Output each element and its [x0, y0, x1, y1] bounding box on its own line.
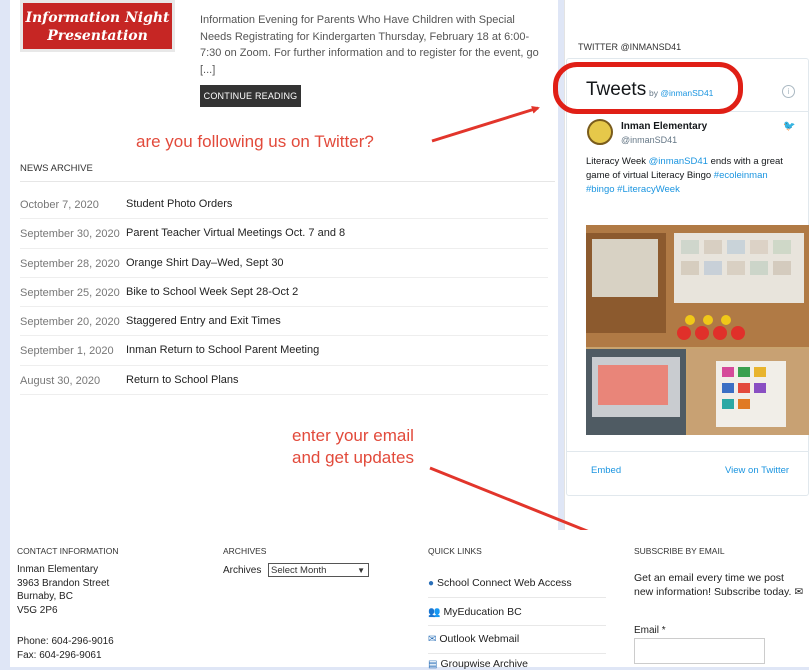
email-label-text: Email — [634, 625, 660, 636]
quick-links-title: QUICK LINKS — [428, 546, 482, 556]
quick-link-label: Groupwise Archive — [440, 658, 528, 670]
quick-link-divider — [428, 653, 606, 654]
quick-link-myeducation[interactable]: 👥 MyEducation BC — [428, 606, 522, 618]
contact-info-title: CONTACT INFORMATION — [17, 546, 119, 556]
quick-link-school-connect[interactable]: ● School Connect Web Access — [428, 577, 572, 589]
required-mark: * — [661, 625, 666, 636]
archives-month-select[interactable]: Select Month ▼ — [268, 563, 369, 577]
quick-link-label: MyEducation BC — [443, 606, 522, 618]
chevron-down-icon: ▼ — [357, 566, 365, 575]
archives-select-value: Select Month — [271, 565, 327, 576]
contact-fax: Fax: 604-296-9061 — [17, 649, 102, 661]
quick-link-divider — [428, 625, 606, 626]
envelope-icon: ✉ — [794, 585, 804, 598]
contact-phone-block: Phone: 604-296-9016 Fax: 604-296-9061 — [17, 635, 114, 662]
email-field[interactable] — [634, 638, 765, 664]
email-field-label: Email * — [634, 624, 666, 638]
quick-link-outlook[interactable]: ✉ Outlook Webmail — [428, 633, 519, 645]
archive-icon: ▤ — [428, 659, 438, 670]
twitter-arrow — [431, 105, 540, 143]
contact-name: Inman Elementary — [17, 564, 99, 575]
quick-link-groupwise[interactable]: ▤ Groupwise Archive — [428, 658, 528, 670]
quick-link-divider — [428, 597, 606, 598]
subscribe-title: SUBSCRIBE BY EMAIL — [634, 546, 725, 556]
users-icon: 👥 — [428, 607, 441, 618]
archives-title: ARCHIVES — [223, 546, 267, 556]
subscribe-description: Get an email every time we post new info… — [634, 572, 792, 598]
contact-phone: Phone: 604-296-9016 — [17, 636, 114, 647]
contact-street: 3963 Brandon Street — [17, 577, 110, 589]
quick-link-label: School Connect Web Access — [437, 577, 572, 589]
subscribe-text: Get an email every time we post new info… — [634, 572, 806, 599]
contact-postal: V5G 2P6 — [17, 604, 58, 616]
envelope-icon: ✉ — [428, 634, 437, 645]
contact-city: Burnaby, BC — [17, 591, 73, 602]
contact-address: Inman Elementary 3963 Brandon Street Bur… — [17, 563, 109, 617]
archives-label: Archives — [223, 565, 262, 576]
globe-icon: ● — [428, 578, 435, 589]
quick-link-label: Outlook Webmail — [439, 633, 520, 645]
